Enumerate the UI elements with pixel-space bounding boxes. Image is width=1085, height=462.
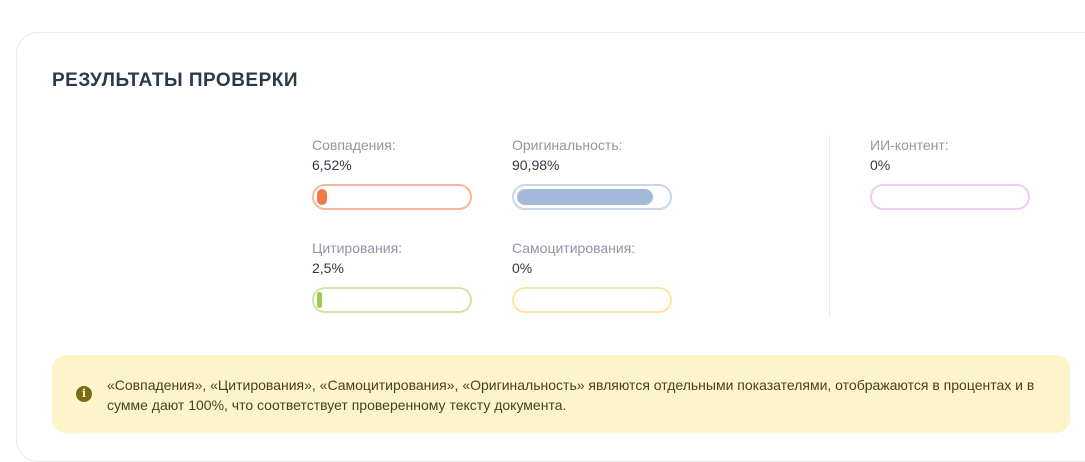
- progress-fill: [317, 189, 327, 205]
- info-icon: i: [76, 386, 92, 402]
- metric-value: 0%: [870, 157, 891, 173]
- column-divider: [829, 135, 830, 317]
- metric-value: 2,5%: [312, 260, 344, 276]
- progress-bar: [512, 287, 672, 313]
- progress-bar: [512, 184, 672, 210]
- metric-label: ИИ-контент:: [870, 137, 949, 153]
- notice-text: «Совпадения», «Цитирования», «Самоцитиро…: [107, 377, 1035, 413]
- page-title: РЕЗУЛЬТАТЫ ПРОВЕРКИ: [52, 70, 299, 91]
- metric-value: 0%: [512, 260, 533, 276]
- progress-bar: [312, 184, 472, 210]
- metric-label: Самоцитирования:: [512, 240, 636, 256]
- progress-bar: [312, 287, 472, 313]
- metric-matches: Совпадения: 6,52%: [312, 136, 474, 210]
- progress-fill: [317, 292, 322, 308]
- progress-bar: [870, 184, 1030, 210]
- metric-value: 6,52%: [312, 157, 352, 173]
- metric-self-citations: Самоцитирования: 0%: [512, 239, 674, 313]
- progress-fill: [517, 189, 654, 205]
- info-notice: i «Совпадения», «Цитирования», «Самоцити…: [52, 355, 1070, 433]
- metric-ai-content: ИИ-контент: 0%: [870, 136, 1032, 210]
- metric-label: Совпадения:: [312, 137, 396, 153]
- metric-label: Цитирования:: [312, 240, 403, 256]
- metric-value: 90,98%: [512, 157, 560, 173]
- metric-originality: Оригинальность: 90,98%: [512, 136, 674, 210]
- metric-citations: Цитирования: 2,5%: [312, 239, 474, 313]
- metric-label: Оригинальность:: [512, 137, 623, 153]
